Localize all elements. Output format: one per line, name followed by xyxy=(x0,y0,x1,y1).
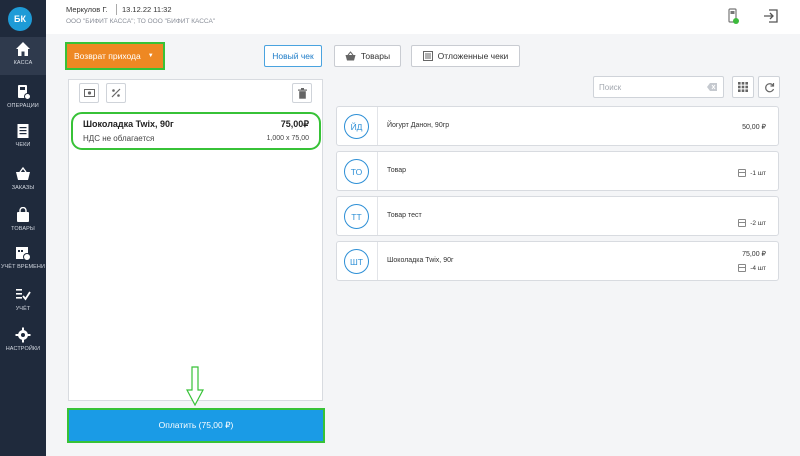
search-input[interactable]: Поиск xyxy=(593,76,724,98)
user-name: Меркулов Г. xyxy=(66,5,108,14)
product-stock-value: -4 шт xyxy=(750,264,766,272)
box-icon xyxy=(738,264,747,272)
refresh-button[interactable] xyxy=(758,76,780,98)
sidebar-item-accounting[interactable]: УЧЁТ xyxy=(0,283,46,321)
product-card[interactable]: ШТ Шоколадка Twix, 90г 75,00 ₽ -4 шт xyxy=(336,241,779,281)
sidebar-item-orders[interactable]: ЗАКАЗЫ xyxy=(0,162,46,200)
product-initials: ТТ xyxy=(344,204,369,229)
sidebar-item-operations[interactable]: ОПЕРАЦИИ xyxy=(0,80,46,118)
divider xyxy=(377,152,378,190)
accounting-icon xyxy=(16,289,31,301)
percent-icon xyxy=(111,88,121,98)
product-name: Товар xyxy=(387,167,407,174)
sidebar-item-label: ТОВАРЫ xyxy=(11,226,35,232)
header: Меркулов Г. 13.12.22 11:32 ООО "БИФИТ КА… xyxy=(46,0,800,34)
trash-icon xyxy=(297,87,307,99)
product-initials: ЙД xyxy=(344,114,369,139)
basket-icon xyxy=(16,166,30,180)
receipt-panel: Шоколадка Twix, 90г 75,00₽ НДС не облага… xyxy=(68,79,323,401)
sidebar-item-label: КАССА xyxy=(13,60,33,66)
sidebar-item-label: НАСТРОЙКИ xyxy=(5,346,41,352)
operation-mode-label: Возврат прихода xyxy=(74,51,141,61)
receipt-item-qty: 1,000 x 75,00 xyxy=(266,135,309,142)
sidebar-item-time-tracking[interactable]: УЧЁТ ВРЕМЕНИ xyxy=(0,241,46,279)
receipts-icon xyxy=(17,124,29,138)
basket-icon xyxy=(345,51,356,61)
sidebar-item-label: УЧЁТ xyxy=(15,306,31,312)
search-placeholder: Поиск xyxy=(599,82,622,92)
operations-icon xyxy=(18,85,31,100)
product-initials: ШТ xyxy=(344,249,369,274)
sidebar-item-goods[interactable]: ТОВАРЫ xyxy=(0,203,46,241)
deferred-label: Отложенные чеки xyxy=(437,51,509,61)
product-card[interactable]: ТТ Товар тест -2 шт xyxy=(336,196,779,236)
goods-button[interactable]: Товары xyxy=(334,45,401,67)
cash-icon xyxy=(83,89,95,97)
receipt-item-name: Шоколадка Twix, 90г xyxy=(83,119,174,129)
grid-view-button[interactable] xyxy=(732,76,754,98)
cash-register-icon[interactable] xyxy=(724,7,742,25)
product-card[interactable]: ЙД Йогурт Данон, 90гр 50,00 ₽ xyxy=(336,106,779,146)
delete-button[interactable] xyxy=(292,83,312,103)
home-icon xyxy=(16,42,30,56)
product-card[interactable]: ТО Товар -1 шт xyxy=(336,151,779,191)
pay-button[interactable]: Оплатить (75,00 ₽) xyxy=(67,408,325,443)
product-name: Товар тест xyxy=(387,212,422,219)
gear-icon xyxy=(15,327,31,343)
receipt-item[interactable]: Шоколадка Twix, 90г 75,00₽ НДС не облага… xyxy=(71,112,321,150)
box-icon xyxy=(738,219,747,227)
receipt-item-vat: НДС не облагается xyxy=(83,134,155,143)
datetime: 13.12.22 11:32 xyxy=(122,5,172,14)
product-stock-value: -2 шт xyxy=(750,219,766,227)
time-tracking-icon xyxy=(16,247,31,261)
receipt-item-price: 75,00₽ xyxy=(280,119,309,129)
avatar[interactable]: БК xyxy=(8,7,32,31)
header-separator xyxy=(116,4,117,15)
chevron-down-icon: ▼ xyxy=(147,53,154,59)
box-icon xyxy=(738,169,747,177)
sidebar-item-receipts[interactable]: ЧЕКИ xyxy=(0,119,46,157)
clear-icon[interactable] xyxy=(707,83,717,91)
product-name: Йогурт Данон, 90гр xyxy=(387,122,450,129)
sidebar-item-label: УЧЁТ ВРЕМЕНИ xyxy=(0,264,46,270)
product-stock: -2 шт xyxy=(738,219,766,227)
main-area: Возврат прихода ▼ Новый чек Товары Отлож… xyxy=(46,34,800,456)
operation-mode-dropdown[interactable]: Возврат прихода ▼ xyxy=(65,42,165,70)
list-icon xyxy=(422,51,433,61)
sidebar: БК КАССА ОПЕРАЦИИ ЧЕКИ ЗАКАЗЫ ТОВАРЫ УЧЁ… xyxy=(0,0,46,456)
new-receipt-button[interactable]: Новый чек xyxy=(264,45,322,67)
divider xyxy=(377,107,378,145)
product-stock: -1 шт xyxy=(738,169,766,177)
divider xyxy=(377,242,378,280)
sidebar-item-label: ОПЕРАЦИИ xyxy=(7,103,39,109)
exit-icon[interactable] xyxy=(762,7,780,25)
discount-button[interactable] xyxy=(106,83,126,103)
product-price: 50,00 ₽ xyxy=(742,124,766,131)
sidebar-item-label: ЧЕКИ xyxy=(15,142,31,148)
divider xyxy=(377,197,378,235)
bag-icon xyxy=(17,207,29,222)
product-stock: -4 шт xyxy=(738,264,766,272)
sidebar-item-label: ЗАКАЗЫ xyxy=(11,185,35,191)
refresh-icon xyxy=(764,82,774,92)
product-name: Шоколадка Twix, 90г xyxy=(387,257,454,264)
sidebar-item-kassa[interactable]: КАССА xyxy=(0,37,46,75)
product-price: 75,00 ₽ xyxy=(742,251,766,258)
organization-name: ООО "БИФИТ КАССА"; ТО ООО "БИФИТ КАССА" xyxy=(66,18,216,25)
down-arrow-icon xyxy=(186,366,204,406)
product-stock-value: -1 шт xyxy=(750,169,766,177)
grid-icon xyxy=(738,82,748,92)
product-initials: ТО xyxy=(344,159,369,184)
payment-type-button[interactable] xyxy=(79,83,99,103)
deferred-receipts-button[interactable]: Отложенные чеки xyxy=(411,45,520,67)
sidebar-item-settings[interactable]: НАСТРОЙКИ xyxy=(0,323,46,361)
goods-label: Товары xyxy=(360,51,391,61)
